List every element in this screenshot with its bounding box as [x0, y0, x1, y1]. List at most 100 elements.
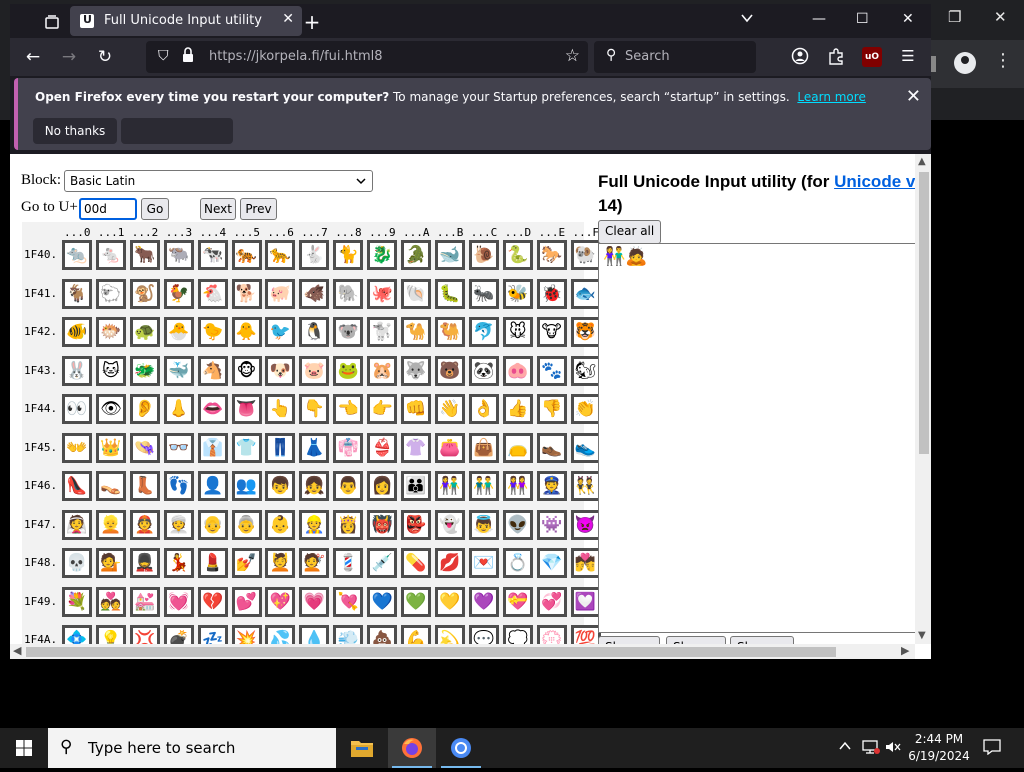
- character-cell[interactable]: 🐥: [231, 317, 262, 347]
- character-cell[interactable]: 👴: [197, 509, 228, 540]
- url-bar[interactable]: ⛉ https://jkorpela.fi/fui.html8 ☆: [146, 41, 588, 73]
- character-cell[interactable]: 💋: [434, 548, 465, 578]
- character-cell[interactable]: 👷: [299, 509, 330, 540]
- scroll-up-icon[interactable]: ▲: [918, 156, 926, 167]
- character-cell[interactable]: 👄: [197, 394, 228, 424]
- character-cell[interactable]: 💝: [502, 586, 533, 617]
- character-cell[interactable]: 🐴: [197, 355, 228, 386]
- character-cell[interactable]: 👁: [95, 394, 126, 424]
- character-cell[interactable]: 🐼: [468, 355, 499, 386]
- character-cell[interactable]: 💏: [570, 548, 601, 578]
- character-cell[interactable]: 💟: [570, 586, 601, 617]
- character-cell[interactable]: 💒: [129, 586, 160, 617]
- character-cell[interactable]: 👥: [231, 471, 262, 501]
- vertical-scrollbar[interactable]: ▲ ▼: [915, 154, 931, 644]
- maximize-icon[interactable]: ☐: [856, 11, 869, 27]
- character-cell[interactable]: 💐: [62, 586, 92, 617]
- character-cell[interactable]: 🐖: [265, 278, 296, 309]
- character-cell[interactable]: 🐯: [570, 317, 601, 347]
- character-cell[interactable]: 👦: [265, 471, 296, 501]
- character-cell[interactable]: 👍: [502, 394, 533, 424]
- character-cell[interactable]: 💎: [536, 548, 567, 578]
- character-cell[interactable]: 🐽: [502, 355, 533, 386]
- character-cell[interactable]: 🐔: [197, 278, 228, 309]
- chromium-taskbar-icon[interactable]: [437, 728, 485, 768]
- character-cell[interactable]: 💙: [367, 586, 398, 617]
- character-cell[interactable]: 👘: [333, 432, 364, 463]
- character-cell[interactable]: 👟: [570, 432, 601, 463]
- character-cell[interactable]: 👬: [468, 471, 499, 501]
- character-cell[interactable]: 👓: [163, 432, 194, 463]
- character-cell[interactable]: 🐬: [468, 317, 499, 347]
- character-cell[interactable]: 💚: [401, 586, 431, 617]
- character-cell[interactable]: 🐍: [502, 240, 533, 270]
- character-cell[interactable]: 👀: [62, 394, 92, 424]
- clock[interactable]: 2:44 PM 6/19/2024: [906, 731, 972, 765]
- prev-button[interactable]: Prev: [240, 198, 277, 220]
- character-cell[interactable]: 🐰: [62, 355, 92, 386]
- character-cell[interactable]: 🐌: [468, 240, 499, 270]
- character-cell[interactable]: 🐨: [333, 317, 364, 347]
- character-cell[interactable]: 🐷: [299, 355, 330, 386]
- character-cell[interactable]: 🐂: [129, 240, 160, 270]
- character-cell[interactable]: 💞: [536, 586, 567, 617]
- character-cell[interactable]: 👪: [401, 471, 431, 501]
- character-cell[interactable]: 👳: [163, 509, 194, 540]
- character-cell[interactable]: 🐑: [95, 278, 126, 309]
- character-cell[interactable]: 🐅: [231, 240, 262, 270]
- shield-icon[interactable]: ⛉: [158, 48, 169, 64]
- character-cell[interactable]: 💖: [265, 586, 296, 617]
- windows-start-icon[interactable]: [0, 728, 48, 768]
- character-cell[interactable]: 👼: [468, 509, 499, 540]
- account-icon[interactable]: [790, 47, 810, 67]
- character-cell[interactable]: 👿: [570, 509, 601, 540]
- block-select[interactable]: Basic Latin: [64, 170, 373, 192]
- character-cell[interactable]: 👱: [95, 509, 126, 540]
- character-cell[interactable]: 🐘: [333, 278, 364, 309]
- horizontal-scroll-thumb[interactable]: [26, 647, 836, 657]
- character-cell[interactable]: 👌: [468, 394, 499, 424]
- character-cell[interactable]: 👜: [468, 432, 499, 463]
- character-cell[interactable]: 👛: [434, 432, 465, 463]
- forward-icon[interactable]: →: [56, 45, 82, 69]
- vertical-scroll-thumb[interactable]: [919, 172, 929, 454]
- character-cell[interactable]: 👮: [536, 471, 567, 501]
- character-cell[interactable]: 👒: [129, 432, 160, 463]
- character-cell[interactable]: 🐪: [401, 317, 431, 347]
- scroll-down-icon[interactable]: ▼: [918, 630, 926, 641]
- minimize-icon[interactable]: —: [812, 11, 826, 27]
- notifications-icon[interactable]: [983, 739, 1001, 759]
- file-explorer-icon[interactable]: [338, 728, 386, 768]
- character-cell[interactable]: 👔: [197, 432, 228, 463]
- ublock-icon[interactable]: uO: [862, 47, 882, 67]
- character-cell[interactable]: 🐗: [299, 278, 330, 309]
- character-cell[interactable]: 🐚: [401, 278, 431, 309]
- character-cell[interactable]: 👕: [231, 432, 262, 463]
- character-cell[interactable]: 🐓: [163, 278, 194, 309]
- go-button[interactable]: Go: [141, 198, 169, 220]
- character-cell[interactable]: 🐩: [367, 317, 398, 347]
- chevron-down-icon[interactable]: [740, 11, 754, 29]
- character-cell[interactable]: 👯: [570, 471, 601, 501]
- character-cell[interactable]: 💂: [129, 548, 160, 578]
- tray-chevron-up-icon[interactable]: [838, 739, 852, 757]
- character-cell[interactable]: 💀: [62, 548, 92, 578]
- next-button[interactable]: Next: [200, 198, 236, 220]
- character-cell[interactable]: 👇: [299, 394, 330, 424]
- character-cell[interactable]: 👩: [367, 471, 398, 501]
- character-cell[interactable]: 🐝: [502, 278, 533, 309]
- character-cell[interactable]: 🐎: [536, 240, 567, 270]
- character-cell[interactable]: 💊: [401, 548, 431, 578]
- character-cell[interactable]: 👨: [333, 471, 364, 501]
- character-cell[interactable]: 🐲: [129, 355, 160, 386]
- character-cell[interactable]: 👚: [401, 432, 431, 463]
- character-cell[interactable]: 🐳: [163, 355, 194, 386]
- character-cell[interactable]: 👽: [502, 509, 533, 540]
- character-cell[interactable]: 💁: [95, 548, 126, 578]
- character-cell[interactable]: 🐣: [163, 317, 194, 347]
- character-cell[interactable]: 🐹: [367, 355, 398, 386]
- character-cell[interactable]: 👡: [95, 471, 126, 501]
- character-cell[interactable]: 💛: [434, 586, 465, 617]
- character-cell[interactable]: 👏: [570, 394, 601, 424]
- back-icon[interactable]: ←: [20, 45, 46, 69]
